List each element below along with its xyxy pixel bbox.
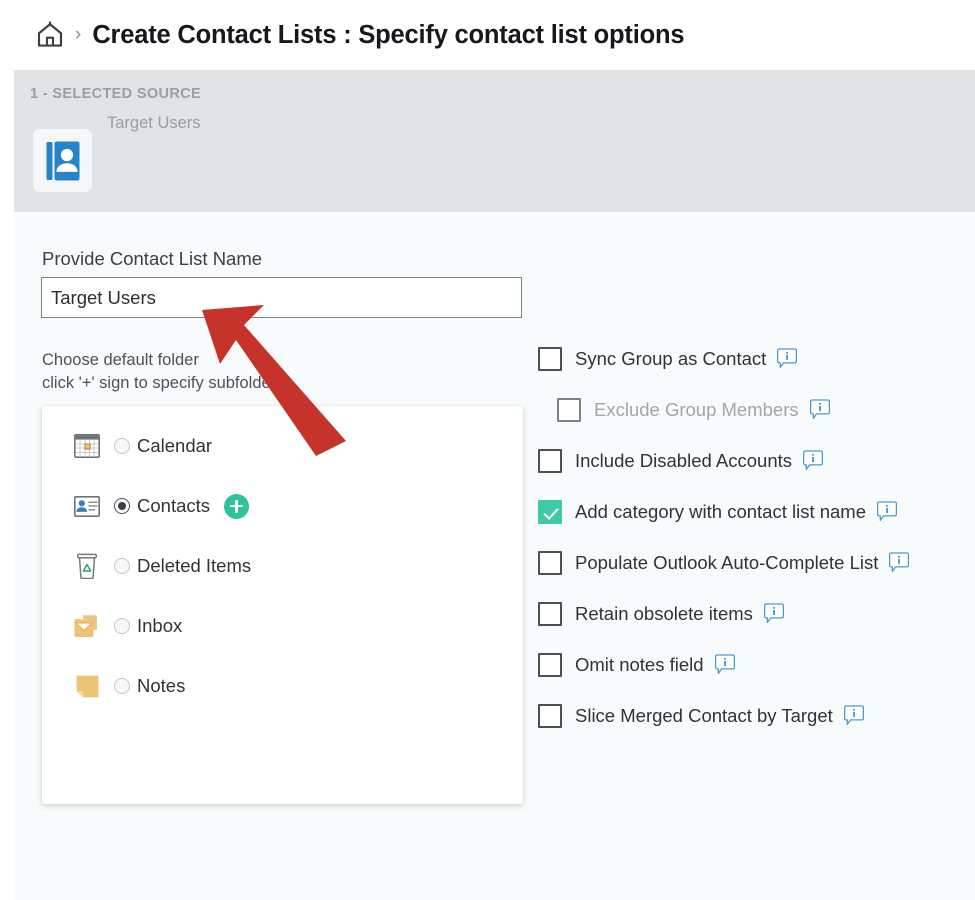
folder-radio-notes[interactable]: [114, 678, 130, 694]
folder-label-inbox: Inbox: [137, 615, 183, 636]
checkbox-add-category-with-contact-list-name[interactable]: [538, 499, 562, 524]
contacts-card-icon: [72, 491, 102, 521]
app-root: › Create Contact Lists : Specify contact…: [0, 0, 975, 900]
checkbox-populate-outlook-auto-complete-list[interactable]: [538, 550, 562, 575]
form-area: Provide Contact List Name Choose default…: [14, 212, 975, 900]
checkbox-exclude-group-members[interactable]: [557, 397, 581, 422]
breadcrumb-separator: ›: [75, 23, 82, 45]
option-label-add-category-with-contact-list-name: Add category with contact list name: [575, 500, 867, 522]
inbox-icon: [72, 611, 102, 641]
folder-row-calendar[interactable]: Calendar: [42, 416, 523, 476]
folder-hint-line1: Choose default folder: [42, 351, 199, 369]
info-icon[interactable]: [777, 348, 798, 369]
folder-label-notes: Notes: [137, 675, 186, 696]
folder-row-notes[interactable]: Notes: [42, 656, 523, 716]
checkbox-retain-obsolete-items[interactable]: [538, 601, 562, 626]
notes-icon: [72, 671, 102, 701]
folder-label-deleted-items: Deleted Items: [137, 555, 252, 576]
option-label-populate-outlook-auto-complete-list: Populate Outlook Auto-Complete List: [575, 551, 879, 573]
option-row-exclude-group-members[interactable]: Exclude Group Members: [538, 393, 968, 426]
folder-radio-inbox[interactable]: [114, 618, 130, 634]
selected-source-title: 1 - SELECTED SOURCE: [30, 86, 202, 102]
option-label-omit-notes-field: Omit notes field: [575, 653, 704, 675]
page-title: Create Contact Lists : Specify contact l…: [92, 20, 685, 49]
contact-list-name-label: Provide Contact List Name: [42, 248, 263, 269]
checkbox-slice-merged-contact-by-target[interactable]: [538, 703, 562, 728]
info-icon[interactable]: [889, 552, 910, 573]
calendar-icon: [72, 431, 102, 461]
option-row-omit-notes-field[interactable]: Omit notes field: [538, 648, 968, 681]
option-row-add-category-with-contact-list-name[interactable]: Add category with contact list name: [538, 495, 968, 528]
folder-selection-panel: Calendar Contacts Deleted Items Inbox No…: [42, 406, 523, 804]
options-column: Sync Group as Contact Exclude Group Memb…: [538, 342, 968, 750]
info-icon[interactable]: [843, 705, 864, 726]
trash-icon: [72, 551, 102, 581]
folder-radio-deleted-items[interactable]: [114, 558, 130, 574]
add-subfolder-button[interactable]: [224, 493, 250, 519]
page-body: › Create Contact Lists : Specify contact…: [14, 0, 975, 900]
page-header: › Create Contact Lists : Specify contact…: [14, 0, 975, 70]
checkbox-include-disabled-accounts[interactable]: [538, 448, 562, 473]
option-label-slice-merged-contact-by-target: Slice Merged Contact by Target: [575, 704, 833, 726]
option-label-retain-obsolete-items: Retain obsolete items: [575, 602, 753, 624]
option-row-sync-group-as-contact[interactable]: Sync Group as Contact: [538, 342, 968, 375]
info-icon[interactable]: [714, 654, 735, 675]
folder-hint-line2: click '+' sign to specify subfolder: [42, 374, 277, 392]
option-label-include-disabled-accounts: Include Disabled Accounts: [575, 449, 792, 471]
option-label-exclude-group-members: Exclude Group Members: [594, 398, 799, 420]
folder-label-calendar: Calendar: [137, 435, 213, 456]
info-icon[interactable]: [877, 501, 898, 522]
name-input[interactable]: [41, 277, 522, 318]
home-icon[interactable]: [35, 20, 65, 50]
option-row-slice-merged-contact-by-target[interactable]: Slice Merged Contact by Target: [538, 699, 968, 732]
folder-hint: Choose default folder click '+' sign to …: [42, 349, 502, 395]
folder-label-contacts: Contacts: [137, 495, 211, 516]
info-icon[interactable]: [803, 450, 823, 471]
checkbox-omit-notes-field[interactable]: [538, 652, 562, 677]
folder-radio-calendar[interactable]: [114, 438, 130, 454]
folder-radio-contacts[interactable]: [114, 498, 130, 514]
folder-row-deleted-items[interactable]: Deleted Items: [42, 536, 523, 596]
source-card-label: Target Users: [107, 114, 201, 132]
option-row-populate-outlook-auto-complete-list[interactable]: Populate Outlook Auto-Complete List: [538, 546, 968, 579]
info-icon[interactable]: [763, 603, 784, 624]
option-row-include-disabled-accounts[interactable]: Include Disabled Accounts: [538, 444, 968, 477]
folder-row-contacts[interactable]: Contacts: [42, 476, 523, 536]
address-book-icon: [46, 141, 79, 180]
source-card-tile[interactable]: [33, 129, 92, 192]
option-row-retain-obsolete-items[interactable]: Retain obsolete items: [538, 597, 968, 630]
checkbox-sync-group-as-contact[interactable]: [538, 346, 562, 371]
info-icon[interactable]: [809, 399, 830, 420]
selected-source-section: 1 - SELECTED SOURCE Target Users: [14, 70, 975, 212]
option-label-sync-group-as-contact: Sync Group as Contact: [575, 347, 767, 369]
folder-row-inbox[interactable]: Inbox: [42, 596, 523, 656]
